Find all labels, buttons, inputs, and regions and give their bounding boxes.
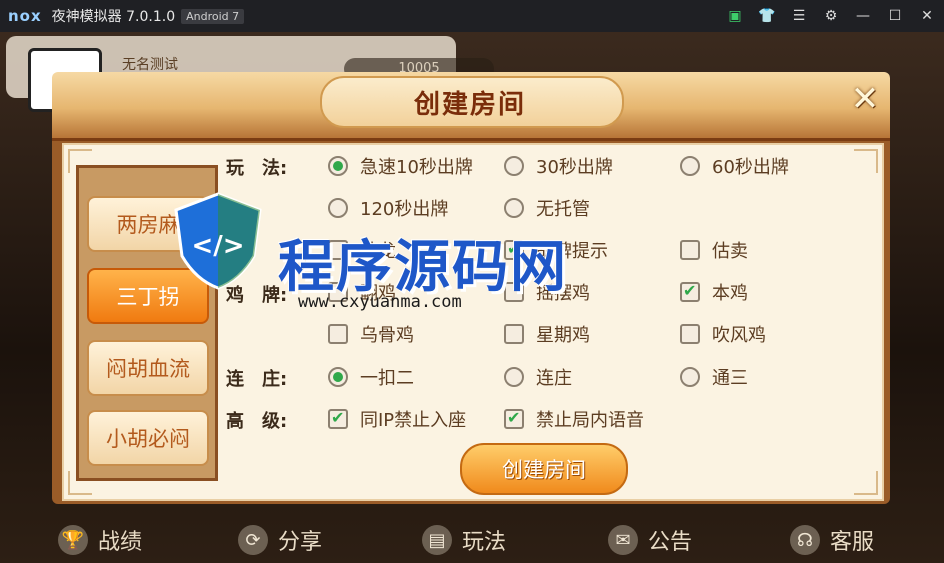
play-label: 玩 法: — [226, 158, 288, 179]
option-text: 连庄 — [536, 368, 572, 389]
checkbox-icon — [680, 324, 700, 344]
close-x-icon: ✕ — [850, 79, 880, 119]
headset-icon: ☊ — [790, 525, 820, 555]
emulator-titlebar: nox 夜神模拟器 7.0.1.0 Android 7 ▣ 👕 ☰ ⚙ — ☐ … — [0, 0, 944, 32]
window-controls: ▣ 👕 ☰ ⚙ — ☐ ✕ — [726, 0, 936, 32]
play-option-3[interactable]: 120秒出牌 — [328, 195, 448, 221]
option-text: 禁止局内语音 — [536, 410, 644, 431]
watermark-url: www.cxyuanma.com — [298, 292, 462, 312]
option-text: 无托管 — [536, 199, 590, 220]
option-text: 通三 — [712, 368, 748, 389]
nav-service-label: 客服 — [830, 530, 875, 555]
checkbox-icon — [680, 281, 700, 302]
play-option-0[interactable]: 急速10秒出牌 — [328, 153, 473, 179]
create-room-button[interactable]: 创建房间 — [460, 443, 628, 495]
chicken-option-5[interactable]: 吹风鸡 — [680, 321, 766, 347]
advanced-option-1[interactable]: 禁止局内语音 — [504, 406, 644, 432]
option-text: 吹风鸡 — [712, 325, 766, 346]
option-text: 急速10秒出牌 — [360, 157, 473, 178]
chicken-option-4[interactable]: 星期鸡 — [504, 321, 590, 347]
close-dialog-button[interactable]: ✕ — [846, 79, 884, 119]
tab-mode-2[interactable]: 闷胡血流 — [87, 340, 209, 396]
play-option-1[interactable]: 30秒出牌 — [504, 153, 613, 179]
corner-ornament — [854, 149, 878, 173]
radio-icon — [680, 367, 700, 387]
minimize-icon[interactable]: — — [854, 7, 872, 25]
tab-mode-3[interactable]: 小胡必闷 — [87, 410, 209, 466]
emulator-title: 夜神模拟器 7.0.1.0 — [51, 9, 176, 25]
dialog-title: 创建房间 — [413, 90, 526, 120]
nav-share-label: 分享 — [278, 530, 323, 555]
share-icon: ⟳ — [238, 525, 268, 555]
radio-icon — [680, 156, 700, 176]
option-text: 星期鸡 — [536, 325, 590, 346]
checkbox-icon — [504, 408, 524, 429]
svg-text:</>: </> — [191, 231, 244, 261]
banker-option-2[interactable]: 通三 — [680, 364, 748, 390]
radio-icon — [504, 156, 524, 176]
banker-option-1[interactable]: 连庄 — [504, 364, 572, 390]
checkbox-icon — [328, 324, 348, 344]
option-text: 一扣二 — [360, 368, 414, 389]
dialog-header: 创建房间 ✕ — [52, 72, 890, 141]
radio-icon — [504, 367, 524, 387]
maximize-icon[interactable]: ☐ — [886, 7, 904, 25]
option-text: 乌骨鸡 — [360, 325, 414, 346]
player-name: 无名测试 — [122, 57, 178, 73]
gear-icon[interactable]: ⚙ — [822, 7, 840, 25]
nav-service[interactable]: ☊ 客服 — [790, 524, 874, 556]
option-text: 本鸡 — [712, 283, 748, 304]
radio-icon — [328, 156, 348, 176]
advanced-option-0[interactable]: 同IP禁止入座 — [328, 406, 466, 432]
watermark-shield-icon: </> — [174, 192, 262, 290]
checkbox-icon — [504, 324, 524, 344]
banker-option-0[interactable]: 一扣二 — [328, 364, 414, 390]
nav-notice-label: 公告 — [648, 530, 693, 555]
rules-book-icon: ▤ — [422, 525, 452, 555]
nav-record-label: 战绩 — [98, 530, 143, 555]
advanced-label: 高 级: — [226, 411, 288, 432]
watermark-text: 程序源码网 — [278, 235, 568, 300]
radio-icon — [504, 198, 524, 218]
mail-icon: ✉ — [608, 525, 638, 555]
nox-logo: nox — [8, 7, 42, 25]
radio-icon — [328, 198, 348, 218]
chicken-option-3[interactable]: 乌骨鸡 — [328, 321, 414, 347]
checkbox-icon — [680, 240, 700, 260]
play-option-2[interactable]: 60秒出牌 — [680, 153, 789, 179]
nav-share[interactable]: ⟳ 分享 — [238, 524, 322, 556]
menu-icon[interactable]: ☰ — [790, 7, 808, 25]
corner-ornament — [854, 471, 878, 495]
bottom-nav: 🏆 战绩 ⟳ 分享 ▤ 玩法 ✉ 公告 ☊ 客服 — [0, 510, 944, 563]
nav-notice[interactable]: ✉ 公告 — [608, 524, 692, 556]
play-check-2[interactable]: 估卖 — [680, 237, 748, 263]
play-option-4[interactable]: 无托管 — [504, 195, 590, 221]
trophy-icon: 🏆 — [58, 525, 88, 555]
android-version-badge: Android 7 — [181, 8, 245, 24]
close-icon[interactable]: ✕ — [918, 7, 936, 25]
shirt-icon[interactable]: 👕 — [758, 7, 776, 25]
banker-label: 连 庄: — [226, 369, 288, 390]
option-text: 120秒出牌 — [360, 199, 449, 220]
nav-rules[interactable]: ▤ 玩法 — [422, 524, 506, 556]
option-text: 估卖 — [712, 241, 748, 262]
option-text: 30秒出牌 — [536, 157, 613, 178]
chicken-option-2[interactable]: 本鸡 — [680, 279, 748, 305]
option-text: 60秒出牌 — [712, 157, 789, 178]
nav-rules-label: 玩法 — [462, 530, 507, 555]
store-icon[interactable]: ▣ — [726, 7, 744, 25]
nav-record[interactable]: 🏆 战绩 — [58, 524, 142, 556]
radio-icon — [328, 367, 348, 387]
option-text: 同IP禁止入座 — [360, 410, 467, 431]
checkbox-icon — [328, 408, 348, 429]
